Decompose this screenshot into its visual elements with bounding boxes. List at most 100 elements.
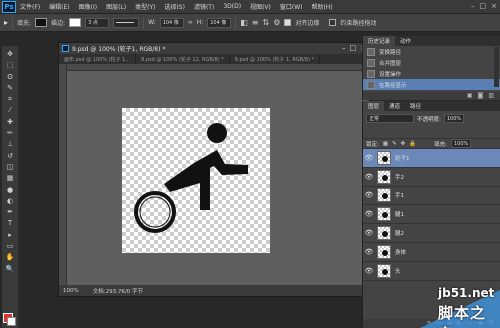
layer-row[interactable]: 👁 手2 xyxy=(363,168,500,187)
menu-image[interactable]: 图像(I) xyxy=(79,2,97,11)
settings-gear-icon[interactable]: ⚙ xyxy=(273,18,280,27)
close-icon[interactable]: × xyxy=(491,2,497,10)
background-color-swatch[interactable] xyxy=(7,317,16,326)
visibility-eye-icon[interactable]: 👁 xyxy=(363,154,375,162)
zoom-level[interactable]: 100% xyxy=(63,288,79,294)
document-tab[interactable]: 8.psd @ 100% (轮子 12, RGB/8) * xyxy=(136,54,230,64)
visibility-eye-icon[interactable]: 👁 xyxy=(363,267,375,275)
path-operations-icon[interactable]: ◧ xyxy=(240,18,248,27)
visibility-eye-icon[interactable]: 👁 xyxy=(363,248,375,256)
history-scrollbar[interactable] xyxy=(494,47,499,87)
layer-row[interactable]: 👁 腿2 xyxy=(363,224,500,243)
visibility-eye-icon[interactable]: 👁 xyxy=(363,191,375,199)
pen-icon[interactable]: ✒ xyxy=(4,207,16,217)
history-item[interactable]: 在路径显示 xyxy=(363,79,500,90)
tab-layers[interactable]: 图层 xyxy=(363,101,385,111)
zoom-icon[interactable]: 🔍 xyxy=(4,264,16,274)
stroke-color-swatch[interactable] xyxy=(69,18,82,27)
menu-layer[interactable]: 图层(L) xyxy=(106,2,126,11)
brush-icon[interactable]: ✏ xyxy=(4,128,16,138)
fill-input[interactable]: 100% xyxy=(451,139,471,148)
menu-type[interactable]: 类型(Y) xyxy=(135,2,155,11)
document-window: 9.psd @ 100% (轮子1, RGB/8) * – □ × 画布.psd… xyxy=(58,42,370,297)
layer-row[interactable]: 👁 头 xyxy=(363,262,500,281)
document-titlebar[interactable]: 9.psd @ 100% (轮子1, RGB/8) * – □ × xyxy=(59,43,369,54)
history-item[interactable]: 设置操作 xyxy=(363,68,500,79)
document-tab[interactable]: 画布.psd @ 100% (轮子 1... xyxy=(59,54,137,64)
history-brush-icon[interactable]: ↺ xyxy=(4,151,16,161)
menu-3d[interactable]: 3D(D) xyxy=(223,3,241,10)
visibility-eye-icon[interactable]: 👁 xyxy=(363,229,375,237)
stroke-type-dropdown[interactable] xyxy=(113,17,140,28)
menu-window[interactable]: 窗口(W) xyxy=(280,2,303,11)
blend-mode-dropdown[interactable]: 正常 xyxy=(366,114,414,123)
tab-actions[interactable]: 动作 xyxy=(395,36,416,46)
tab-paths[interactable]: 路径 xyxy=(405,101,426,111)
maximize-icon[interactable]: □ xyxy=(480,2,487,10)
document-size[interactable]: 文档:293.7K/0 字节 xyxy=(93,287,143,295)
lock-position-icon[interactable]: ✥ xyxy=(401,141,406,147)
path-select-tool-icon[interactable]: ▸ xyxy=(4,18,8,27)
layer-row[interactable]: 👁 身体 xyxy=(363,243,500,262)
constrain-path-checkbox[interactable] xyxy=(329,19,337,26)
document-tab[interactable]: 9.psd @ 100% (轮子 1, RGB/8) * xyxy=(230,54,321,64)
new-document-icon[interactable]: ▣ xyxy=(467,92,473,100)
layers-options: 正常 不透明度: 100% xyxy=(363,111,500,138)
camera-snapshot-icon[interactable]: ◙ xyxy=(478,92,484,100)
lasso-icon[interactable]: ʘ xyxy=(4,72,16,82)
path-arrangement-icon[interactable]: ⇅ xyxy=(263,18,270,27)
width-input[interactable]: 104 像 xyxy=(159,17,184,28)
type-icon[interactable]: T xyxy=(4,218,16,228)
menu-help[interactable]: 帮助(H) xyxy=(312,2,333,11)
vertical-ruler[interactable] xyxy=(59,64,67,286)
fill-color-swatch[interactable] xyxy=(35,18,48,27)
menu-filter[interactable]: 滤镜(T) xyxy=(194,2,214,11)
path-alignment-icon[interactable]: ≡ xyxy=(252,18,259,27)
cyclist-artwork xyxy=(134,123,248,233)
minimize-icon[interactable]: – xyxy=(471,2,475,10)
opacity-input[interactable]: 100% xyxy=(443,114,464,123)
menu-file[interactable]: 文件(F) xyxy=(20,2,40,11)
eyedropper-icon[interactable]: ⁄ xyxy=(4,105,16,115)
canvas[interactable] xyxy=(122,108,270,253)
dodge-icon[interactable]: ◐ xyxy=(4,196,16,206)
blur-icon[interactable]: ● xyxy=(4,185,16,195)
tab-history[interactable]: 历史记录 xyxy=(363,36,396,46)
lock-image-icon[interactable]: ✎ xyxy=(392,141,397,147)
move-icon[interactable]: ✥ xyxy=(4,49,16,59)
history-item[interactable]: 合并图层 xyxy=(363,57,500,68)
document-minimize-icon[interactable]: – xyxy=(342,44,346,52)
marquee-icon[interactable]: ⬚ xyxy=(4,60,16,70)
gradient-icon[interactable]: ▦ xyxy=(4,173,16,183)
history-state-icon xyxy=(367,47,375,56)
height-input[interactable]: 104 像 xyxy=(207,17,232,28)
quick-select-icon[interactable]: ✎ xyxy=(4,83,16,93)
trash-icon[interactable]: ▥ xyxy=(488,92,494,100)
link-icon[interactable]: ∞ xyxy=(188,19,193,26)
eraser-icon[interactable]: ◫ xyxy=(4,162,16,172)
visibility-eye-icon[interactable]: 👁 xyxy=(363,210,375,218)
history-item[interactable]: 变换路径 xyxy=(363,46,500,57)
stroke-width-input[interactable]: 3 点 xyxy=(85,17,110,28)
horizontal-ruler[interactable] xyxy=(67,64,370,71)
separator xyxy=(12,16,14,29)
align-edges-checkbox[interactable] xyxy=(284,19,292,26)
path-select-icon[interactable]: ▸ xyxy=(4,230,16,240)
layer-name: 腿2 xyxy=(395,231,404,238)
layer-row[interactable]: 👁 腿1 xyxy=(363,205,500,225)
document-maximize-icon[interactable]: □ xyxy=(350,44,357,52)
tab-channels[interactable]: 通道 xyxy=(384,101,405,111)
visibility-eye-icon[interactable]: 👁 xyxy=(363,173,375,181)
healing-icon[interactable]: ✚ xyxy=(4,117,16,127)
layer-row[interactable]: 👁 轮子1 xyxy=(363,149,500,168)
layer-row[interactable]: 👁 手1 xyxy=(363,187,500,206)
menu-select[interactable]: 选择(S) xyxy=(164,2,185,11)
hand-icon[interactable]: ✋ xyxy=(4,252,16,262)
crop-icon[interactable]: ⌗ xyxy=(4,94,16,104)
menu-edit[interactable]: 编辑(E) xyxy=(49,2,69,11)
menu-view[interactable]: 视图(V) xyxy=(250,2,271,11)
clone-stamp-icon[interactable]: ⊥ xyxy=(4,139,16,149)
lock-all-icon[interactable]: 🔒 xyxy=(409,141,416,147)
shape-icon[interactable]: ▭ xyxy=(4,241,16,251)
lock-transparency-icon[interactable]: ▦ xyxy=(383,141,388,147)
